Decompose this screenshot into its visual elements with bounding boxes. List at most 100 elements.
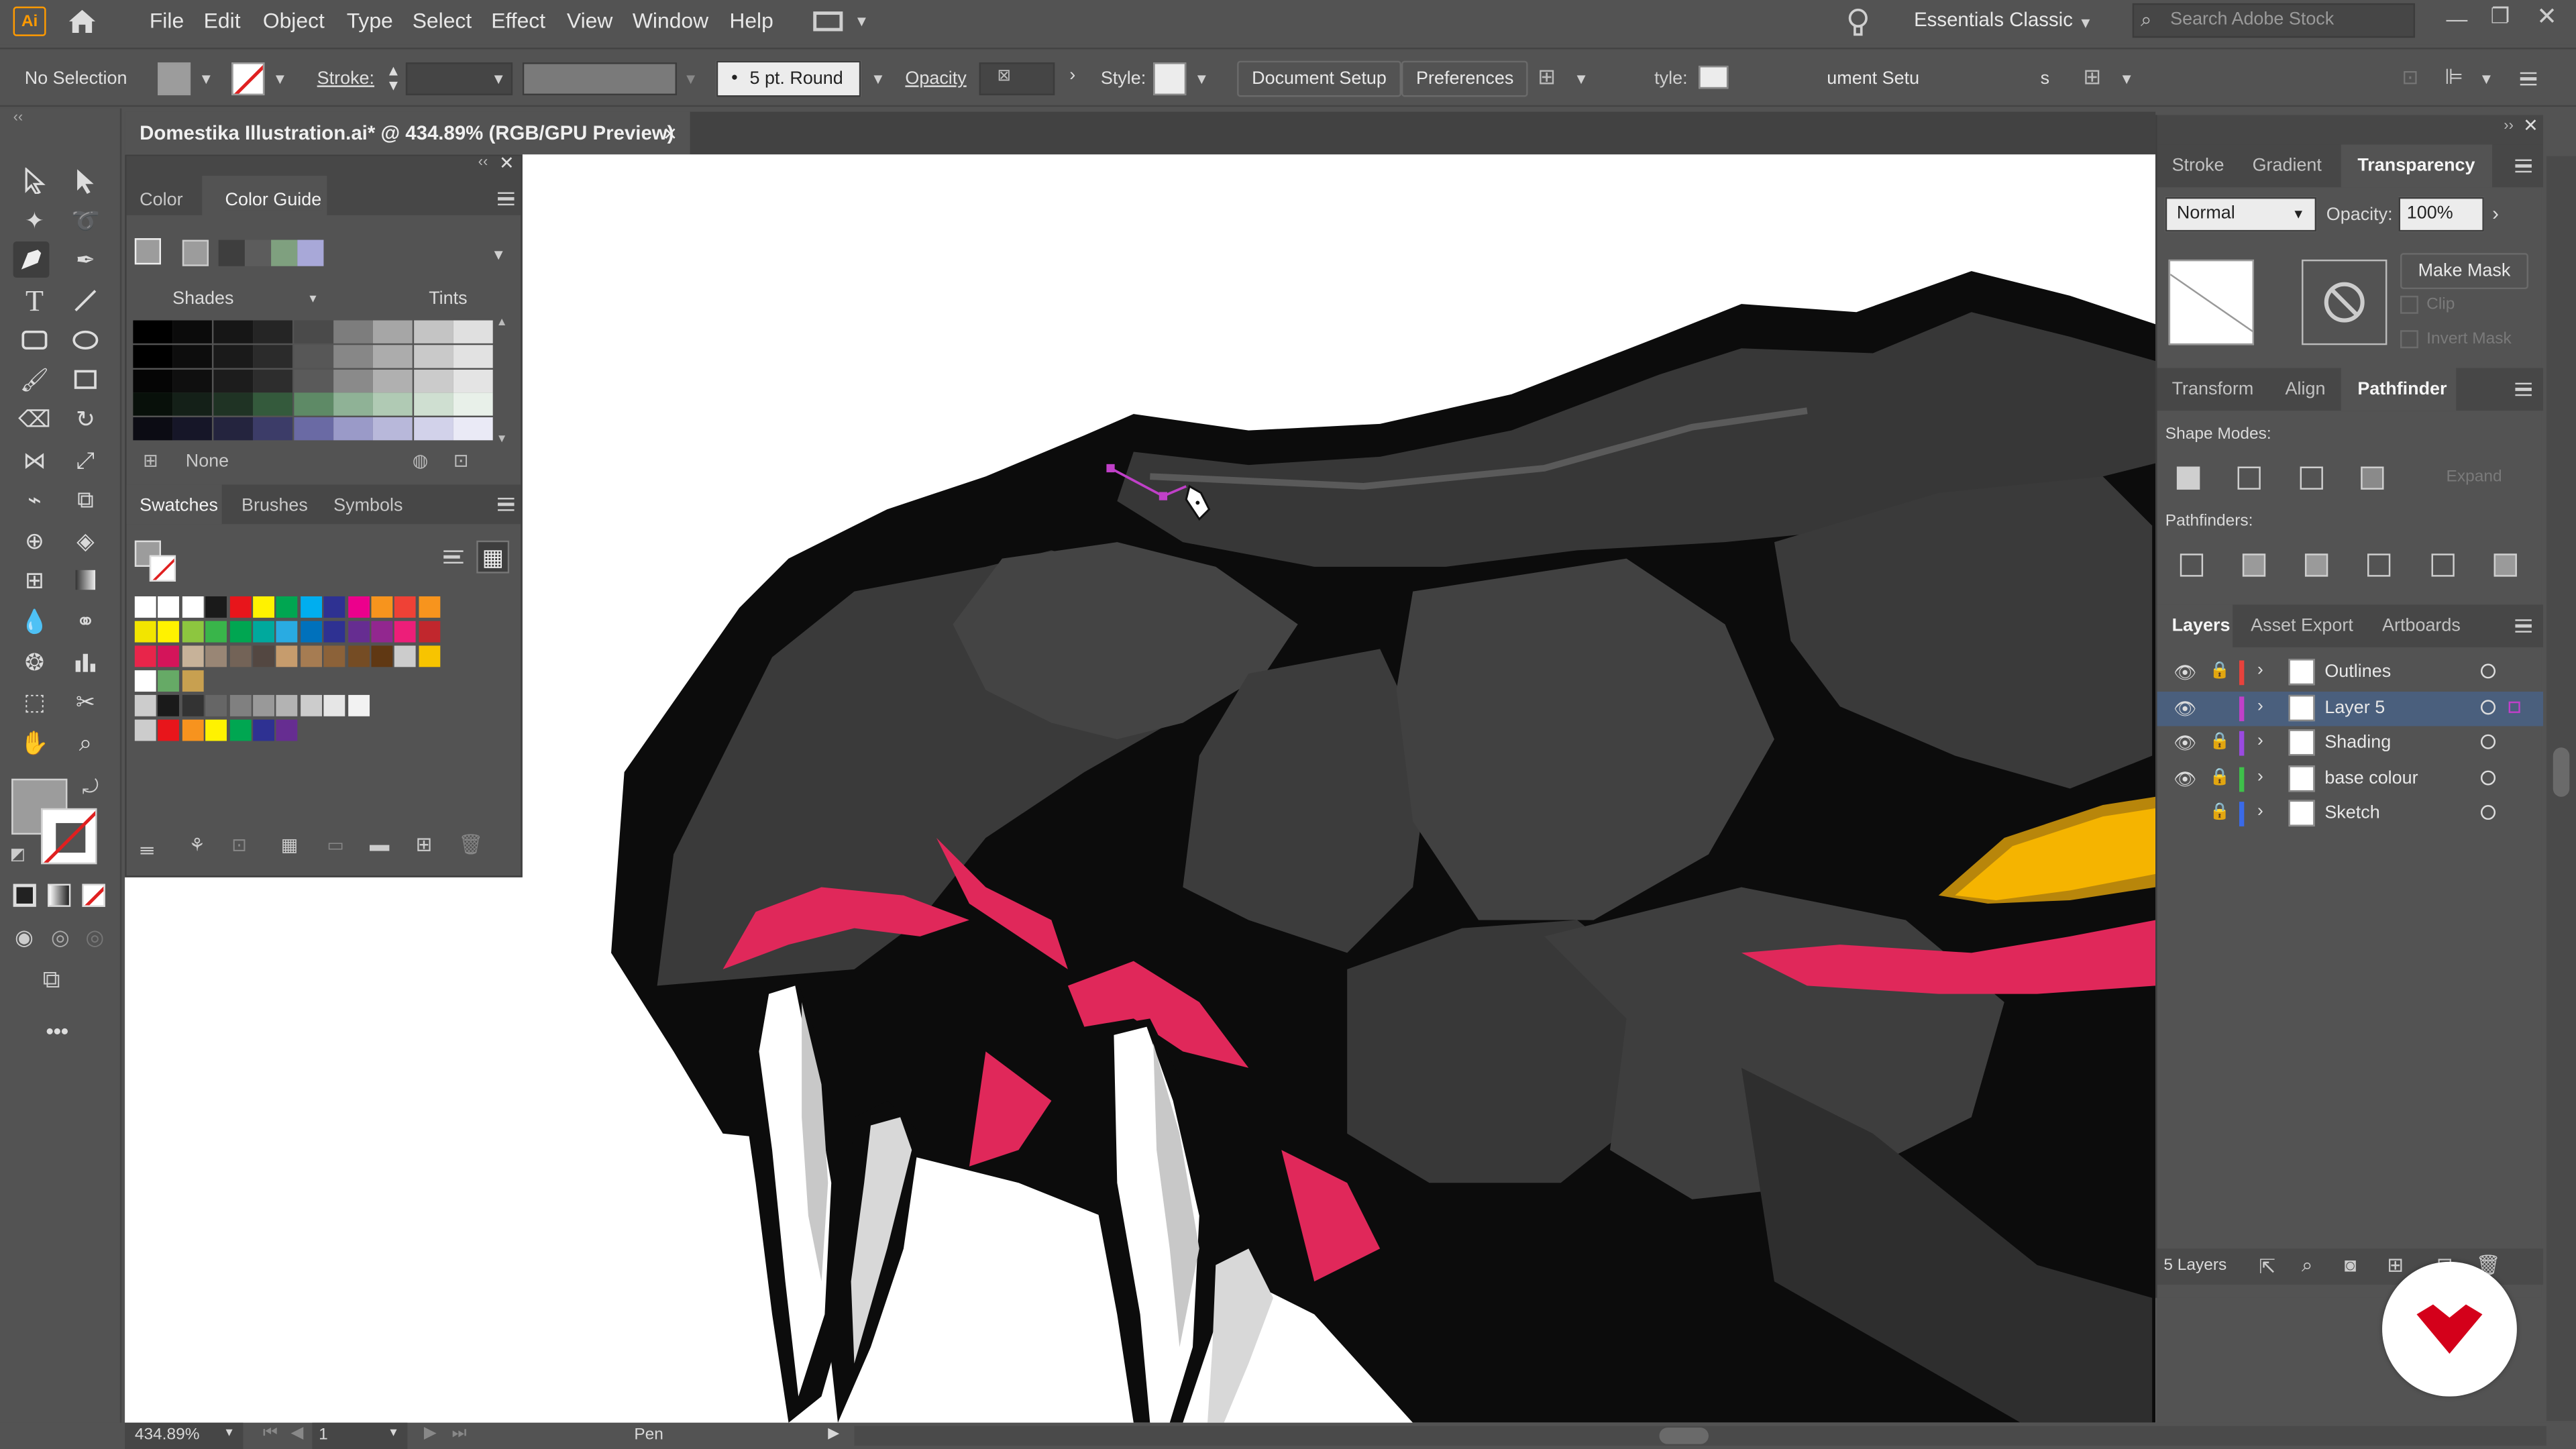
tab-artboards[interactable]: Artboards — [2382, 616, 2461, 635]
menu-file[interactable]: File — [150, 8, 184, 33]
close-dock-icon[interactable]: ✕ — [2523, 115, 2538, 136]
swatch-cell[interactable] — [323, 694, 345, 716]
swatch-cell[interactable] — [276, 596, 299, 618]
opacity-label[interactable]: Opacity — [905, 69, 966, 89]
menu-type[interactable]: Type — [347, 8, 393, 33]
swatch-cell[interactable] — [158, 596, 180, 618]
visibility-eye-icon[interactable]: 👁 — [2174, 733, 2196, 754]
color-guide-cell[interactable] — [293, 320, 333, 343]
harmony-color-5[interactable] — [297, 239, 324, 266]
new-color-group-icon[interactable]: ▭ — [327, 835, 343, 856]
rectangle-tool-icon[interactable] — [16, 322, 52, 358]
draw-normal-icon[interactable]: ◉ — [15, 925, 34, 951]
symbol-sprayer-tool-icon[interactable]: ❂ — [16, 644, 52, 680]
swatch-cell[interactable] — [134, 645, 156, 667]
right-scroll-thumb[interactable] — [2553, 747, 2570, 797]
variable-width-profile[interactable] — [522, 62, 677, 96]
menu-help[interactable]: Help — [729, 8, 773, 33]
swatch-cell[interactable] — [182, 694, 204, 716]
shades-dropdown-icon[interactable]: ▼ — [307, 294, 319, 305]
live-paint-bucket-icon[interactable]: ◈ — [67, 523, 103, 559]
color-guide-cell[interactable] — [333, 369, 373, 392]
color-guide-cell[interactable] — [333, 417, 373, 441]
target-circle-icon[interactable] — [2480, 734, 2496, 749]
make-clip-mask-icon[interactable]: ◙ — [2345, 1254, 2357, 1277]
swatch-cell[interactable] — [229, 719, 251, 741]
workspace-switcher[interactable]: Essentials Classic — [1914, 8, 2073, 31]
line-segment-tool-icon[interactable] — [67, 282, 103, 319]
locate-object-icon[interactable]: ⌕ — [2302, 1254, 2312, 1279]
harmony-color-4[interactable] — [271, 239, 298, 266]
perspective-grid-tool-icon[interactable]: ⊞ — [16, 562, 52, 598]
blend-mode-select[interactable]: Normal ▼ — [2165, 197, 2317, 232]
grid-view-icon[interactable]: ▦ — [476, 540, 510, 574]
clip-checkbox[interactable] — [2400, 295, 2418, 314]
list-view-icon[interactable] — [443, 550, 464, 564]
swatch-cell[interactable] — [276, 621, 299, 643]
swatch-cell[interactable] — [300, 621, 322, 643]
color-guide-cell[interactable] — [133, 369, 173, 392]
trim-icon[interactable] — [2242, 553, 2266, 577]
menu-edit[interactable]: Edit — [204, 8, 241, 33]
color-guide-cell[interactable] — [373, 393, 413, 417]
control-bar-menu-icon[interactable] — [2520, 72, 2537, 86]
color-guide-cell[interactable] — [373, 369, 413, 392]
edit-toolbar-icon[interactable]: ••• — [46, 1018, 68, 1043]
stroke-weight-stepper[interactable]: ▲ ▼ — [386, 63, 401, 94]
swatch-cell[interactable] — [158, 719, 180, 741]
swatch-library-icon[interactable]: ⊞ — [143, 450, 158, 471]
color-guide-cell[interactable] — [173, 344, 213, 368]
color-guide-cell[interactable] — [173, 393, 213, 417]
menu-effect[interactable]: Effect — [491, 8, 545, 33]
make-mask-button[interactable]: Make Mask — [2400, 253, 2529, 290]
swatch-cell[interactable] — [418, 645, 440, 667]
swatch-cell[interactable] — [347, 596, 370, 618]
arrange-documents-icon[interactable] — [813, 11, 843, 32]
swatch-cell[interactable] — [134, 694, 156, 716]
opacity-expand-icon[interactable]: › — [1069, 66, 1075, 85]
opacity-slider-icon[interactable]: › — [2492, 202, 2499, 225]
next-artboard-icon[interactable]: ▶ — [424, 1424, 437, 1442]
curvature-tool-icon[interactable]: ✒ — [67, 241, 103, 278]
swatch-grid[interactable] — [134, 596, 496, 744]
swatch-cell[interactable] — [418, 621, 440, 643]
zoom-tool-icon[interactable]: ⌕ — [67, 724, 103, 761]
color-guide-cell[interactable] — [253, 344, 293, 368]
swatch-cell[interactable] — [276, 645, 299, 667]
width-tool-icon[interactable]: ⋈ — [16, 442, 52, 478]
minimize-icon[interactable]: — — [2447, 7, 2468, 32]
color-guide-cell[interactable] — [133, 417, 173, 441]
artboard-number-field[interactable]: 1 ▼ — [312, 1422, 408, 1449]
preferences-button[interactable]: Preferences — [1401, 60, 1529, 97]
lock-icon[interactable]: 🔒 — [2210, 733, 2230, 751]
eraser-tool-icon[interactable]: ⌫ — [16, 401, 52, 437]
close-window-icon[interactable]: ✕ — [2536, 1, 2557, 32]
minus-front-icon[interactable] — [2237, 466, 2261, 490]
expand-layer-icon[interactable]: › — [2257, 731, 2263, 751]
swatch-cell[interactable] — [158, 670, 180, 692]
free-transform-tool-icon[interactable]: ⧉ — [67, 482, 103, 518]
swatch-cell[interactable] — [134, 621, 156, 643]
layer-row[interactable]: 👁 🔒 › Shading — [2157, 726, 2544, 760]
tab-brushes[interactable]: Brushes — [241, 496, 308, 516]
workspace-dropdown-icon[interactable]: ▼ — [2078, 15, 2093, 31]
direct-selection-tool-icon[interactable] — [67, 162, 103, 199]
blend-tool-icon[interactable]: ⚭ — [67, 603, 103, 639]
color-guide-cell[interactable] — [133, 393, 173, 417]
harmony-rules-dropdown-icon[interactable]: ▼ — [491, 246, 506, 262]
stroke-swatch[interactable] — [231, 62, 265, 96]
stroke-dropdown-icon[interactable]: ▼ — [273, 70, 288, 87]
collapse-tools-icon[interactable]: ‹‹ — [13, 109, 23, 125]
delete-swatch-icon[interactable]: 🗑 — [458, 833, 483, 856]
color-guide-cell[interactable] — [293, 417, 333, 441]
swatch-cell[interactable] — [229, 645, 251, 667]
swatch-cell[interactable] — [205, 719, 227, 741]
restore-icon[interactable]: ❐ — [2491, 3, 2510, 30]
stroke-weight-dropdown-icon[interactable]: ▼ — [491, 70, 506, 87]
color-guide-cell[interactable] — [453, 369, 494, 392]
gradient-tool-icon[interactable] — [67, 562, 103, 598]
rotate-tool-icon[interactable]: ↻ — [67, 401, 103, 437]
color-guide-cell[interactable] — [253, 320, 293, 343]
swatch-cell[interactable] — [347, 621, 370, 643]
none-mode-icon[interactable] — [82, 883, 105, 907]
